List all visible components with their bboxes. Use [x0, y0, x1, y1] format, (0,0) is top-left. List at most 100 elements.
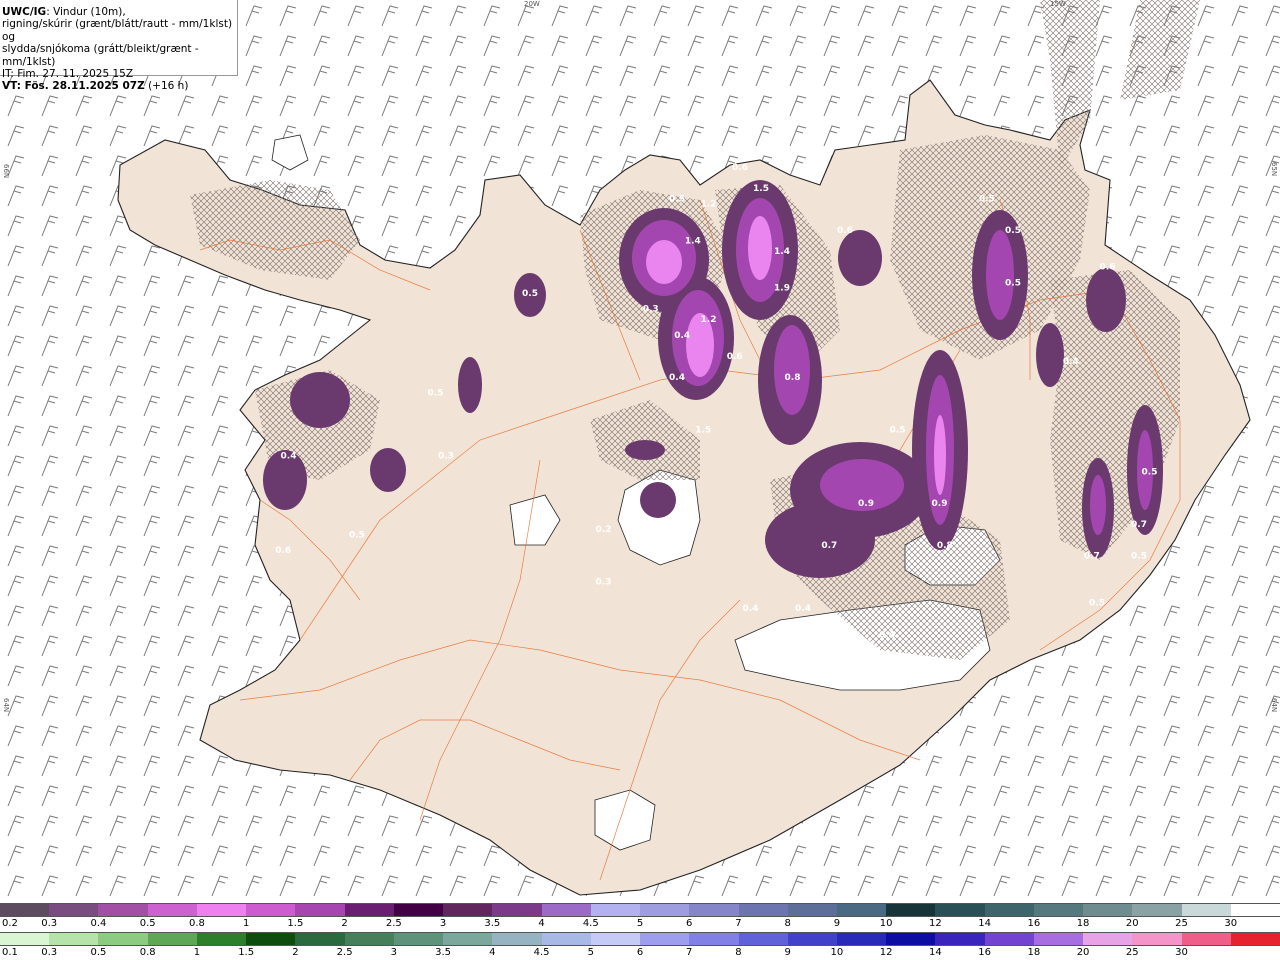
precip-value-label: 0.3: [438, 452, 454, 462]
product-code: UWC/IG: [2, 6, 46, 18]
precip-value-label: 1.4: [685, 237, 701, 247]
scale-color-cell: [640, 933, 689, 945]
weather-map[interactable]: 0.51.21.40.61.51.41.90.30.41.20.40.60.81…: [0, 0, 1280, 903]
scale-color-cell: [935, 904, 984, 916]
scale-color-cell: [1034, 904, 1083, 916]
scale-color-cell: [591, 933, 640, 945]
scale-tick-label: 4: [538, 918, 544, 929]
scale-tick-label: 7: [686, 947, 692, 958]
scale-tick-label: 0.5: [91, 947, 107, 958]
scale-tick-label: 20: [1077, 947, 1090, 958]
scale-tick-label: 10: [831, 947, 844, 958]
scale-tick-label: 5: [637, 918, 643, 929]
scale-color-cell: [886, 933, 935, 945]
precip-value-label: 0.5: [890, 426, 906, 436]
rain-scale-labels: 0.10.30.50.811.522.533.544.5567891012141…: [0, 947, 1280, 959]
scale-tick-label: 14: [978, 918, 991, 929]
scale-tick-label: 10: [880, 918, 893, 929]
scale-tick-label: 0.2: [2, 918, 18, 929]
scale-tick-label: 5: [588, 947, 594, 958]
scale-color-cell: [492, 933, 541, 945]
precip-value-label: 0.5: [979, 195, 995, 205]
scale-tick-label: 8: [785, 918, 791, 929]
precip-value-label: 0.4: [281, 452, 297, 462]
scale-color-cell: [985, 933, 1034, 945]
scale-tick-label: 4.5: [534, 947, 550, 958]
scale-color-cell: [1034, 933, 1083, 945]
scale-color-cell: [246, 904, 295, 916]
precip-value-label: 0.7: [1084, 552, 1100, 562]
scale-color-cell: [788, 933, 837, 945]
scale-color-cell: [443, 933, 492, 945]
scale-tick-label: 4.5: [583, 918, 599, 929]
precip-value-label: 0.5: [669, 195, 685, 205]
map-title-box: UWC/IG: Vindur (10m), rigning/skúrir (gr…: [0, 0, 238, 76]
scale-color-cell: [148, 904, 197, 916]
scale-color-cell: [1132, 904, 1181, 916]
precip-value-label: 0.4: [1063, 357, 1079, 367]
precip-value-label: 0.5: [1131, 552, 1147, 562]
scale-color-cell: [49, 933, 98, 945]
scale-tick-label: 0.8: [189, 918, 205, 929]
precip-value-label: 0.3: [596, 578, 612, 588]
scale-color-cell: [689, 933, 738, 945]
scale-tick-label: 4: [489, 947, 495, 958]
scale-color-cell: [394, 904, 443, 916]
scale-tick-label: 3: [391, 947, 397, 958]
precip-value-label: 0.6: [727, 352, 743, 362]
scale-tick-label: 16: [978, 947, 991, 958]
scale-color-cell: [935, 933, 984, 945]
precip-value-label: 1.4: [774, 247, 790, 257]
precip-value-label: 1.2: [701, 315, 717, 325]
scale-color-cell: [295, 904, 344, 916]
grid-label-64n-right: 64N: [1270, 698, 1278, 712]
precip-value-label: 1.5: [695, 426, 711, 436]
valid-time-line: VT: Fös. 28.11.2025 07Z (+16 h): [2, 80, 237, 92]
scale-tick-label: 6: [686, 918, 692, 929]
grid-label-66n-left: 66N: [2, 164, 10, 178]
scale-color-cell: [246, 933, 295, 945]
scale-color-cell: [640, 904, 689, 916]
scale-tick-label: 0.8: [140, 947, 156, 958]
precip-value-label: 0.6: [837, 226, 853, 236]
valid-time: VT: Fös. 28.11.2025 07Z: [2, 80, 145, 92]
precip-value-label: 0.4: [879, 630, 895, 640]
scale-tick-label: 1: [194, 947, 200, 958]
lead-time: (+16 h): [145, 80, 189, 92]
scale-tick-label: 25: [1126, 947, 1139, 958]
scale-color-cell: [689, 904, 738, 916]
snow-scale-labels: 0.20.30.40.50.811.522.533.544.5567891012…: [0, 918, 1280, 930]
scale-tick-label: 0.4: [91, 918, 107, 929]
scale-tick-label: 3.5: [435, 947, 451, 958]
precip-value-label: 0.5: [1089, 599, 1105, 609]
scale-color-cell: [0, 904, 49, 916]
scale-color-cell: [886, 904, 935, 916]
scale-tick-label: 1.5: [287, 918, 303, 929]
precip-value-label: 1.2: [701, 200, 717, 210]
scale-color-cell: [295, 933, 344, 945]
title-desc-1: : Vindur (10m),: [46, 6, 126, 18]
precip-value-label: 0.5: [1142, 468, 1158, 478]
scale-color-cell: [1231, 904, 1280, 916]
scale-color-cell: [542, 933, 591, 945]
scale-color-cell: [591, 904, 640, 916]
precip-value-label: 0.3: [816, 615, 832, 625]
scale-color-cell: [197, 933, 246, 945]
scale-tick-label: 8: [735, 947, 741, 958]
scale-tick-label: 1.5: [238, 947, 254, 958]
precip-value-label: 1.9: [774, 284, 790, 294]
scale-tick-label: 20: [1126, 918, 1139, 929]
scale-tick-label: 0.1: [2, 947, 18, 958]
precip-value-label: 0.7: [1131, 520, 1147, 530]
precip-value-label: 0.9: [858, 499, 874, 509]
scale-color-cell: [197, 904, 246, 916]
scale-tick-label: 25: [1175, 918, 1188, 929]
scale-color-cell: [148, 933, 197, 945]
scale-tick-label: 18: [1077, 918, 1090, 929]
scale-tick-label: 12: [929, 918, 942, 929]
precip-value-label: 0.5: [522, 289, 538, 299]
scale-tick-label: 0.3: [41, 918, 57, 929]
grid-label-64n-left: 64N: [2, 698, 10, 712]
grid-label-20w: 20W: [524, 0, 540, 8]
scale-color-cell: [837, 904, 886, 916]
